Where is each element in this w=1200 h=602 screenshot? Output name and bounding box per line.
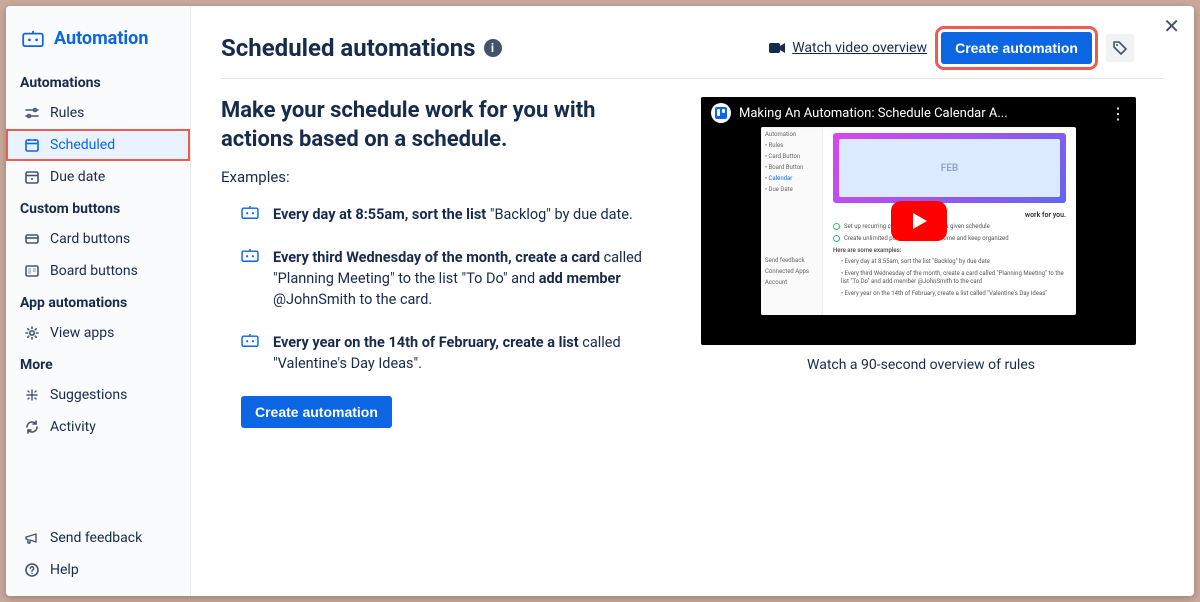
sidebar-header: Automation (6, 20, 190, 67)
video-subtext: work for you. (833, 211, 1066, 219)
sidebar-item-board-buttons[interactable]: Board buttons (6, 255, 190, 287)
sidebar-item-label: Activity (50, 419, 96, 435)
sidebar-item-label: Send feedback (50, 530, 142, 546)
tag-icon[interactable] (1106, 34, 1134, 62)
sidebar-item-label: Card buttons (50, 231, 130, 247)
content-right: Automation • Rules • Card Button • Board… (701, 97, 1141, 428)
gear-icon (24, 325, 40, 341)
automation-panel: Automation Automations Rules Scheduled D… (6, 6, 1194, 596)
sidebar-item-label: Suggestions (50, 387, 127, 403)
divider (221, 78, 1164, 79)
play-icon[interactable] (891, 201, 947, 241)
help-icon (24, 562, 40, 578)
sidebar-brand: Automation (54, 28, 148, 49)
sidebar-item-card-buttons[interactable]: Card buttons (6, 223, 190, 255)
trello-logo-icon (711, 103, 731, 123)
page-title: Scheduled automations i (221, 34, 502, 62)
board-icon (24, 263, 40, 279)
kebab-icon[interactable]: ⋮ (1110, 104, 1126, 123)
video-title: Making An Automation: Schedule Calendar … (739, 106, 1102, 121)
hero-text: Make your schedule work for you with act… (221, 97, 671, 154)
video-preview[interactable]: Automation • Rules • Card Button • Board… (701, 97, 1136, 345)
sidebar-item-label: Scheduled (50, 137, 115, 153)
example-text: Every third Wednesday of the month, crea… (273, 247, 671, 310)
page-header: Scheduled automations i Watch video over… (221, 32, 1164, 64)
example-item: Every day at 8:55am, sort the list "Back… (241, 204, 671, 225)
sidebar-item-suggestions[interactable]: Suggestions (6, 379, 190, 411)
video-banner-text: FEB (941, 163, 959, 174)
sidebar-item-label: Help (50, 562, 79, 578)
section-custom-buttons: Custom buttons (6, 193, 190, 223)
sidebar-item-label: Due date (50, 169, 105, 185)
video-camera-icon (768, 41, 786, 55)
sliders-icon (24, 105, 40, 121)
example-item: Every year on the 14th of February, crea… (241, 332, 671, 374)
robot-icon (241, 334, 259, 374)
sidebar-item-label: View apps (50, 325, 114, 341)
sidebar-item-feedback[interactable]: Send feedback (6, 522, 190, 554)
robot-icon (241, 249, 259, 310)
example-item: Every third Wednesday of the month, crea… (241, 247, 671, 310)
header-actions: Watch video overview Create automation (768, 32, 1134, 64)
section-more: More (6, 349, 190, 379)
sidebar-item-label: Rules (50, 105, 84, 121)
sidebar-item-activity[interactable]: Activity (6, 411, 190, 443)
calendar-icon (24, 137, 40, 153)
sidebar: Automation Automations Rules Scheduled D… (6, 6, 191, 596)
section-automations: Automations (6, 67, 190, 97)
close-icon[interactable]: ✕ (1163, 16, 1180, 36)
plus-icon (24, 387, 40, 403)
video-caption: Watch a 90-second overview of rules (701, 357, 1141, 373)
sidebar-item-rules[interactable]: Rules (6, 97, 190, 129)
content-left: Make your schedule work for you with act… (221, 97, 671, 428)
refresh-icon (24, 419, 40, 435)
card-icon (24, 231, 40, 247)
example-list: Every day at 8:55am, sort the list "Back… (221, 204, 671, 374)
watch-video-text[interactable]: Watch video overview (792, 40, 927, 56)
sidebar-item-help[interactable]: Help (6, 554, 190, 586)
create-automation-button[interactable]: Create automation (941, 32, 1092, 64)
calendar-clock-icon (24, 169, 40, 185)
create-automation-button-secondary[interactable]: Create automation (241, 396, 392, 428)
example-text: Every day at 8:55am, sort the list "Back… (273, 204, 633, 225)
main-content: ✕ Scheduled automations i Watch video ov… (191, 6, 1194, 596)
examples-label: Examples: (221, 168, 671, 186)
watch-video-link[interactable]: Watch video overview (768, 40, 927, 56)
robot-icon (241, 206, 259, 225)
sidebar-item-label: Board buttons (50, 263, 138, 279)
content-row: Make your schedule work for you with act… (221, 97, 1164, 428)
automation-icon (22, 31, 44, 47)
example-text: Every year on the 14th of February, crea… (273, 332, 671, 374)
section-app-automations: App automations (6, 287, 190, 317)
info-icon[interactable]: i (484, 39, 502, 57)
sidebar-item-view-apps[interactable]: View apps (6, 317, 190, 349)
sidebar-item-due-date[interactable]: Due date (6, 161, 190, 193)
sidebar-item-scheduled[interactable]: Scheduled (6, 129, 190, 161)
page-title-text: Scheduled automations (221, 34, 476, 62)
megaphone-icon (24, 530, 40, 546)
